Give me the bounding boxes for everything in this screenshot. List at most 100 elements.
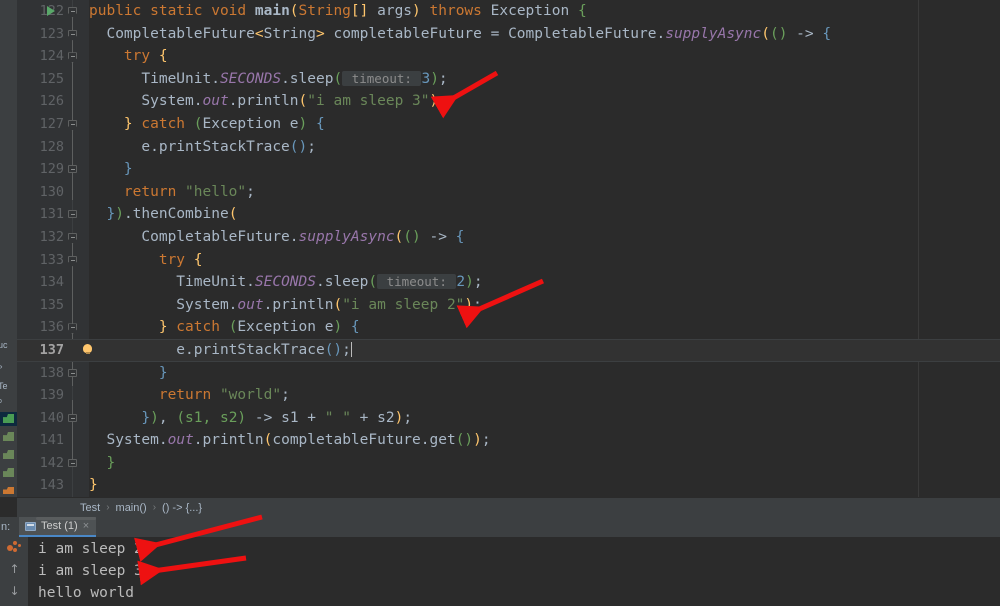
- code-text: }), (s1, s2) -> s1 + " " + s2);: [141, 409, 413, 426]
- line-number: 126: [39, 93, 64, 110]
- code-line[interactable]: 126 System.out.println("i am sleep 3");: [17, 90, 1000, 113]
- code-line[interactable]: 143}: [17, 474, 1000, 497]
- line-number: 134: [39, 274, 64, 291]
- strip-file-icon-4[interactable]: [3, 487, 14, 494]
- line-number: 129: [39, 161, 64, 178]
- up-arrow-icon[interactable]: ↑: [8, 563, 21, 576]
- fold-collapse-icon[interactable]: [68, 164, 78, 174]
- console-scrollbar[interactable]: [36, 517, 96, 520]
- fold-expand-icon[interactable]: [68, 29, 78, 41]
- code-line[interactable]: 142 }: [17, 452, 1000, 475]
- fold-expand-icon[interactable]: [68, 322, 78, 335]
- run-window-label: n:: [1, 521, 11, 533]
- run-tool-window: n: Test (1) × ↑ ↓ i am sleep 2 i am slee…: [0, 517, 1000, 606]
- code-line[interactable]: 124 try {: [17, 45, 1000, 68]
- code-text: }: [158, 364, 168, 381]
- rerun-filter-icon[interactable]: [7, 541, 21, 554]
- console-line: i am sleep 2: [38, 541, 143, 557]
- fold-collapse-icon[interactable]: [68, 368, 78, 378]
- code-line[interactable]: 136 } catch (Exception e) {: [17, 316, 1000, 339]
- code-text: System.out.println("i am sleep 2");: [89, 296, 482, 313]
- code-line[interactable]: 135 System.out.println("i am sleep 2");: [17, 294, 1000, 317]
- fold-expand-icon[interactable]: [68, 119, 78, 131]
- fold-expand-icon[interactable]: [68, 255, 78, 267]
- code-line[interactable]: 137 e.printStackTrace();: [17, 338, 1000, 362]
- console-window-icon: [25, 521, 36, 531]
- line-number: 143: [39, 477, 64, 494]
- code-line[interactable]: 123 CompletableFuture<String> completabl…: [17, 23, 1000, 46]
- code-line[interactable]: 132 CompletableFuture.supplyAsync(() -> …: [17, 226, 1000, 249]
- breadcrumb-item-class[interactable]: Test: [80, 502, 100, 514]
- strip-folder-icon-1[interactable]: [3, 432, 14, 441]
- code-text: TimeUnit.SECONDS.sleep( timeout: 2);: [89, 274, 483, 291]
- breadcrumb-separator-icon-2: ›: [152, 502, 157, 513]
- code-line[interactable]: 134 TimeUnit.SECONDS.sleep( timeout: 2);: [17, 271, 1000, 294]
- tab-label: Test (1): [41, 520, 78, 532]
- fold-expand-icon[interactable]: [68, 51, 78, 64]
- fold-expand-icon[interactable]: [68, 6, 78, 18]
- fold-collapse-icon[interactable]: [68, 458, 78, 468]
- breadcrumb-item-lambda[interactable]: () -> {...}: [162, 502, 202, 514]
- code-text: TimeUnit.SECONDS.sleep( timeout: 3);: [89, 70, 448, 87]
- line-number: 124: [39, 48, 64, 65]
- fold-collapse-icon[interactable]: [68, 209, 78, 219]
- close-icon[interactable]: ×: [83, 520, 89, 532]
- line-number: 130: [39, 183, 64, 200]
- code-line[interactable]: 133 try {: [17, 249, 1000, 272]
- run-icon[interactable]: [47, 6, 55, 16]
- strip-folder-icon-2[interactable]: [3, 450, 14, 459]
- line-number: 139: [39, 387, 64, 404]
- code-text: CompletableFuture.supplyAsync(() -> {: [89, 228, 465, 245]
- code-line[interactable]: 122 public static void main(String[] args…: [17, 0, 1000, 23]
- console-output[interactable]: i am sleep 2 i am sleep 3 hello world: [28, 537, 1000, 606]
- code-line[interactable]: 130 return "hello";: [17, 181, 1000, 204]
- line-number: 125: [39, 70, 64, 87]
- code-line[interactable]: 128 e.printStackTrace();: [17, 136, 1000, 159]
- strip-label-2: Te: [0, 381, 8, 391]
- code-line[interactable]: 127 } catch (Exception e) {: [17, 113, 1000, 136]
- code-line[interactable]: 125 TimeUnit.SECONDS.sleep( timeout: 3);: [17, 68, 1000, 91]
- code-editor[interactable]: 122 public static void main(String[] args…: [17, 0, 1000, 497]
- code-line[interactable]: 138 }: [17, 362, 1000, 385]
- line-number: 140: [39, 409, 64, 426]
- line-number: 136: [39, 319, 64, 336]
- code-text: try {: [158, 251, 203, 268]
- left-tool-strip[interactable]: uc » Te o: [0, 0, 17, 497]
- code-text: try {: [123, 48, 168, 65]
- line-number: 122: [39, 3, 64, 19]
- code-text: public static void main(String[] args) t…: [89, 3, 587, 19]
- strip-folder-icon-3[interactable]: [3, 468, 14, 477]
- line-number: 138: [39, 364, 64, 381]
- line-number: 123: [39, 25, 64, 42]
- breadcrumb[interactable]: Test › main() › () -> {...}: [17, 497, 1000, 517]
- line-number: 141: [39, 432, 64, 449]
- line-number: 142: [39, 454, 64, 471]
- code-line-list[interactable]: 122 public static void main(String[] args…: [17, 0, 1000, 497]
- code-line[interactable]: 141 System.out.println(completableFuture…: [17, 429, 1000, 452]
- down-arrow-icon[interactable]: ↓: [8, 585, 21, 598]
- code-text: }: [89, 477, 98, 494]
- line-number: 133: [39, 251, 64, 268]
- breadcrumb-item-method[interactable]: main(): [116, 502, 147, 514]
- line-number: 131: [39, 206, 64, 223]
- code-line[interactable]: 140 }), (s1, s2) -> s1 + " " + s2);: [17, 407, 1000, 430]
- code-line[interactable]: 129 }: [17, 158, 1000, 181]
- code-text: System.out.println("i am sleep 3");: [89, 93, 447, 110]
- code-text: } catch (Exception e) {: [123, 115, 325, 132]
- fold-collapse-icon[interactable]: [68, 413, 78, 423]
- breadcrumb-separator-icon: ›: [106, 502, 110, 513]
- tab-test-1[interactable]: Test (1) ×: [19, 517, 97, 537]
- code-line[interactable]: 131 }).thenCombine(: [17, 203, 1000, 226]
- strip-label-3: o: [0, 398, 2, 405]
- console-toolbar: ↑ ↓: [0, 537, 28, 606]
- line-number: 127: [39, 115, 64, 132]
- line-number: 135: [39, 296, 64, 313]
- code-line[interactable]: 139 return "world";: [17, 384, 1000, 407]
- console-line: i am sleep 3: [38, 563, 143, 579]
- code-text: CompletableFuture<String> completableFut…: [89, 25, 832, 42]
- console-line: hello world: [38, 585, 135, 601]
- fold-expand-icon[interactable]: [68, 232, 78, 244]
- intellij-idea-window: uc » Te o 122 public static void main(Str…: [0, 0, 1000, 606]
- line-number: 137: [39, 341, 64, 358]
- strip-label-0: uc: [0, 340, 8, 350]
